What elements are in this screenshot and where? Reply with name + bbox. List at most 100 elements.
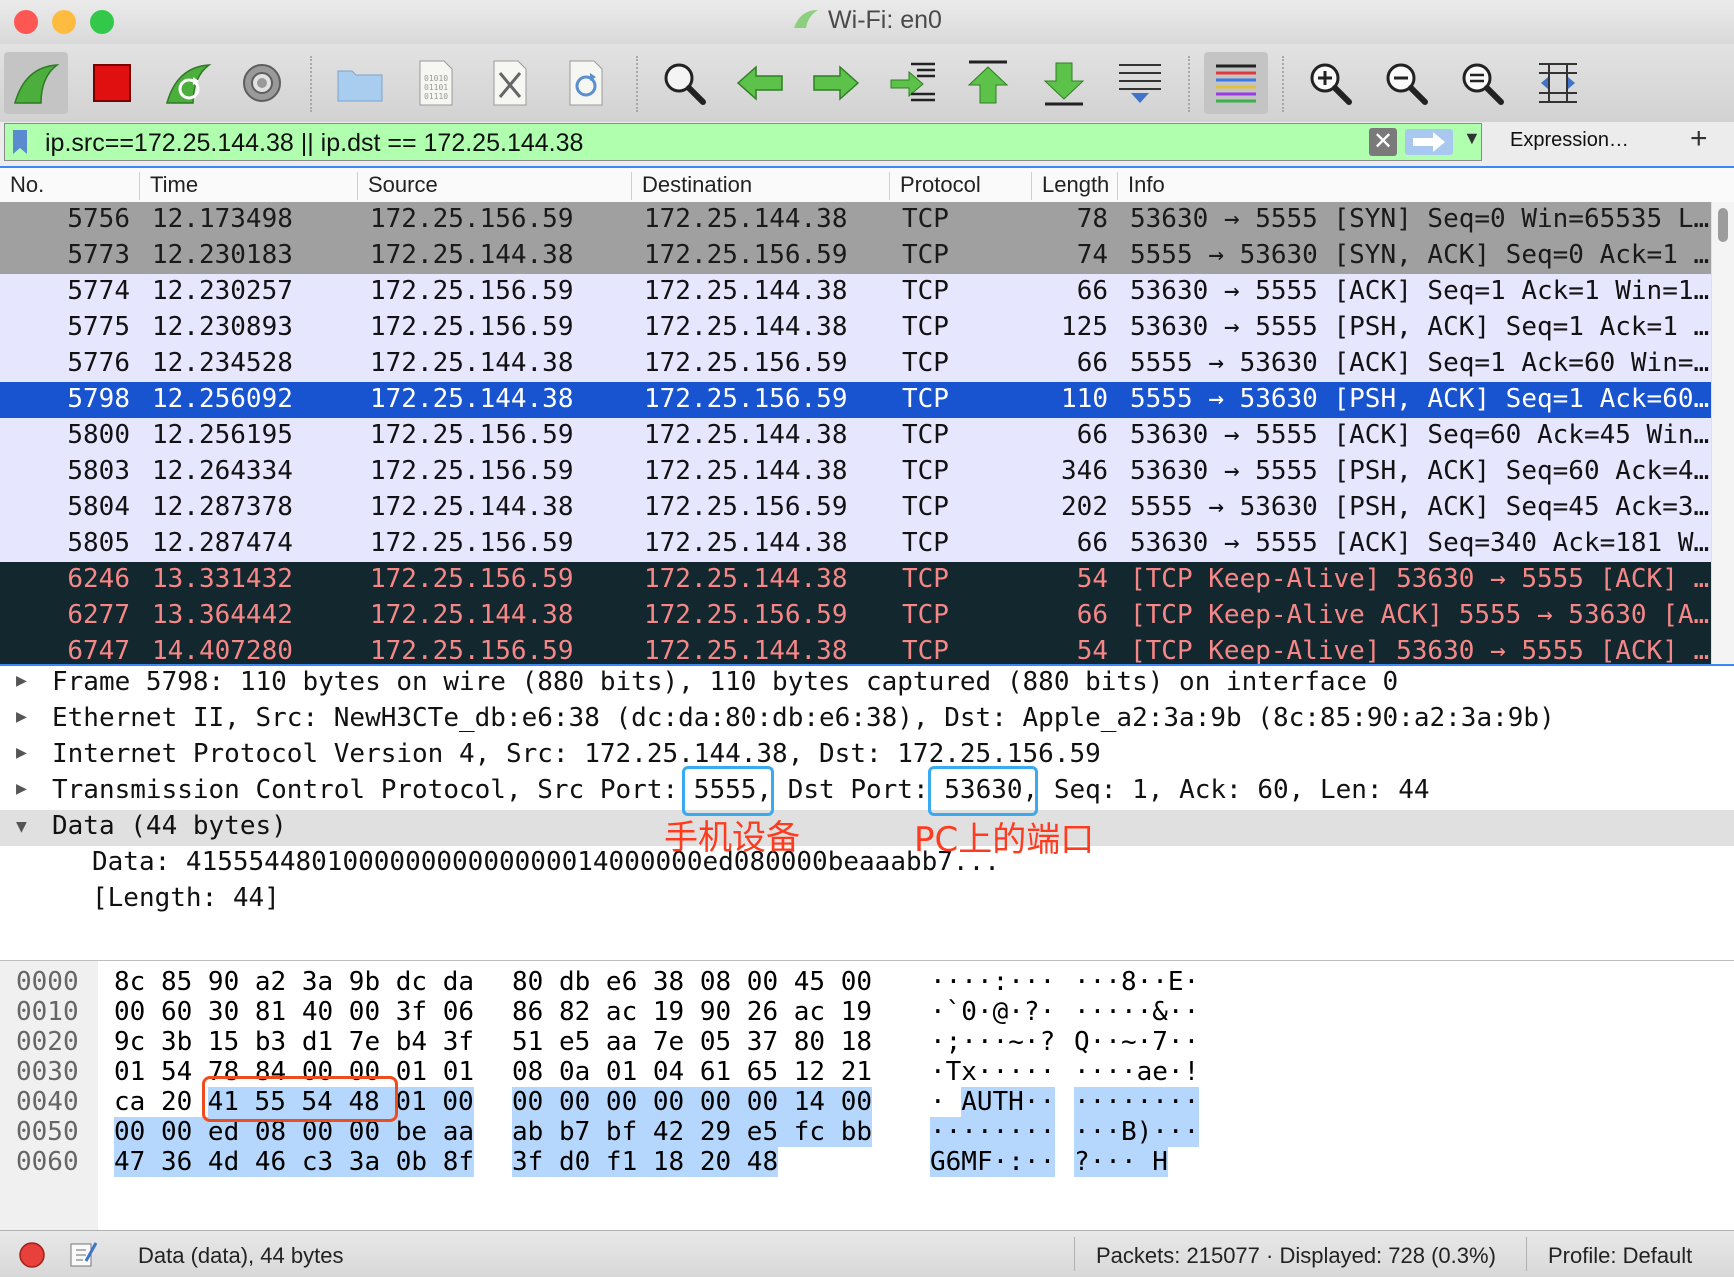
hex-bytes[interactable]: ab b7 bf 42 29 e5 fc bb	[512, 1117, 873, 1147]
packet-row[interactable]: 5756 12.173498 172.25.156.59 172.25.144.38 T…	[0, 202, 1712, 238]
packet-row[interactable]: 5775 12.230893 172.25.156.59 172.25.144.38 T…	[0, 310, 1712, 346]
close-file-button[interactable]	[478, 52, 542, 114]
auto-scroll-button[interactable]	[1108, 52, 1172, 114]
ascii-bytes[interactable]: ·Tx·····	[930, 1057, 1055, 1087]
capture-options-button[interactable]	[230, 52, 294, 114]
ascii-bytes[interactable]: ·····&··	[1074, 997, 1199, 1027]
packet-row[interactable]: 5776 12.234528 172.25.144.38 172.25.156.59 T…	[0, 346, 1712, 382]
hex-bytes[interactable]: 3f d0 f1 18 20 48	[512, 1147, 779, 1177]
start-capture-button[interactable]	[4, 52, 68, 114]
status-profile[interactable]: Profile: Default	[1548, 1243, 1692, 1269]
chevron-down-icon[interactable]: ▼	[1463, 128, 1481, 149]
reload-file-button[interactable]	[554, 52, 618, 114]
hex-bytes[interactable]: 47 36 4d 46 c3 3a 0b 8f	[114, 1147, 475, 1177]
tree-item-tcp[interactable]: ▶ Transmission Control Protocol, Src Por…	[0, 774, 1734, 810]
ascii-bytes[interactable]: Q··~·7··	[1074, 1027, 1199, 1057]
column-header-destination[interactable]: Destination	[632, 172, 890, 200]
hex-bytes[interactable]: 9c 3b 15 b3 d1 7e b4 3f	[114, 1027, 474, 1057]
hex-bytes[interactable]: 51 e5 aa 7e 05 37 80 18	[512, 1027, 872, 1057]
byte-offset[interactable]: 0060	[16, 1147, 79, 1177]
column-header-length[interactable]: Length	[1032, 172, 1118, 200]
ascii-bytes[interactable]: ·	[930, 1087, 961, 1117]
tree-item-data[interactable]: ▼ Data (44 bytes)	[0, 810, 1734, 846]
go-forward-button[interactable]	[804, 52, 868, 114]
hex-bytes-highlight[interactable]: 00 00 00 00 00 00 14 00	[512, 1087, 873, 1117]
tree-item-data-value[interactable]: Data: 415554480100000000000000014000000e…	[0, 846, 1734, 882]
expand-arrow-icon[interactable]: ▶	[16, 670, 27, 691]
ascii-bytes[interactable]: ·`0·@·?·	[930, 997, 1055, 1027]
column-header-source[interactable]: Source	[358, 172, 632, 200]
hex-bytes[interactable]: 08 0a 01 04 61 65 12 21	[512, 1057, 872, 1087]
byte-offset[interactable]: 0020	[16, 1027, 79, 1057]
packet-row[interactable]: 5798 12.256092 172.25.144.38 172.25.156.59 T…	[0, 382, 1712, 418]
byte-offset[interactable]: 0030	[16, 1057, 79, 1087]
save-file-button[interactable]: 01010 01101 01110	[404, 52, 468, 114]
go-back-button[interactable]	[728, 52, 792, 114]
collapse-arrow-icon[interactable]: ▼	[16, 816, 27, 837]
byte-offset[interactable]: 0000	[16, 967, 79, 997]
column-header-no[interactable]: No.	[0, 172, 140, 200]
hex-bytes[interactable]: 86 82 ac 19 90 26 ac 19	[512, 997, 872, 1027]
clear-filter-button[interactable]: ✕	[1369, 128, 1397, 156]
find-packet-button[interactable]	[652, 52, 716, 114]
resize-columns-button[interactable]	[1526, 52, 1590, 114]
ascii-bytes[interactable]: ···8··E·	[1074, 967, 1199, 997]
expand-arrow-icon[interactable]: ▶	[16, 742, 27, 763]
hex-bytes[interactable]: 8c 85 90 a2 3a 9b dc da	[114, 967, 474, 997]
ascii-bytes-highlight[interactable]: AUTH··	[961, 1087, 1056, 1117]
byte-offset[interactable]: 0040	[16, 1087, 79, 1117]
hex-bytes[interactable]: 00 60 30 81 40 00 3f 06	[114, 997, 474, 1027]
bookmark-icon[interactable]	[13, 130, 27, 154]
ascii-bytes[interactable]: ?··· H	[1074, 1147, 1168, 1177]
expert-info-icon[interactable]	[18, 1241, 46, 1269]
ascii-bytes[interactable]: ········	[930, 1117, 1056, 1147]
colorize-button[interactable]	[1204, 52, 1268, 114]
packet-row[interactable]: 6747 14.407280 172.25.156.59 172.25.144.38 T…	[0, 634, 1712, 666]
apply-filter-button[interactable]	[1405, 129, 1453, 155]
ascii-bytes[interactable]: ····ae·!	[1074, 1057, 1199, 1087]
normal-size-button[interactable]	[1450, 52, 1514, 114]
scrollbar-thumb[interactable]	[1718, 208, 1728, 242]
packet-row[interactable]: 5774 12.230257 172.25.156.59 172.25.144.38 T…	[0, 274, 1712, 310]
ascii-bytes[interactable]: ·;···~·?	[930, 1027, 1055, 1057]
open-file-button[interactable]	[328, 52, 392, 114]
first-packet-button[interactable]	[956, 52, 1020, 114]
restart-capture-button[interactable]	[156, 52, 220, 114]
ascii-bytes[interactable]: ···B)···	[1074, 1117, 1200, 1147]
stop-capture-button[interactable]	[80, 52, 144, 114]
byte-offset[interactable]: 0050	[16, 1117, 79, 1147]
packet-row[interactable]: 6246 13.331432 172.25.156.59 172.25.144.38 T…	[0, 562, 1712, 598]
filter-text[interactable]: ip.src==172.25.144.38 || ip.dst == 172.2…	[45, 129, 583, 158]
packet-row[interactable]: 5805 12.287474 172.25.156.59 172.25.144.38 T…	[0, 526, 1712, 562]
ascii-bytes-highlight[interactable]: ········	[1074, 1087, 1200, 1117]
hex-bytes[interactable]: ca 20	[114, 1087, 208, 1117]
expand-arrow-icon[interactable]: ▶	[16, 706, 27, 727]
go-to-packet-button[interactable]	[880, 52, 944, 114]
tree-item-ethernet[interactable]: ▶ Ethernet II, Src: NewH3CTe_db:e6:38 (d…	[0, 702, 1734, 738]
add-filter-button[interactable]: +	[1690, 122, 1708, 156]
packet-row[interactable]: 6277 13.364442 172.25.144.38 172.25.156.59 T…	[0, 598, 1712, 634]
last-packet-button[interactable]	[1032, 52, 1096, 114]
zoom-out-button[interactable]	[1374, 52, 1438, 114]
byte-offset[interactable]: 0010	[16, 997, 79, 1027]
expression-button[interactable]: Expression…	[1510, 129, 1629, 152]
packet-row[interactable]: 5803 12.264334 172.25.156.59 172.25.144.38 T…	[0, 454, 1712, 490]
column-header-time[interactable]: Time	[140, 172, 358, 200]
column-header-info[interactable]: Info	[1118, 172, 1712, 200]
ascii-bytes[interactable]: G6MF·:··	[930, 1147, 1056, 1177]
edit-comment-icon[interactable]	[68, 1239, 98, 1269]
display-filter-input[interactable]: ip.src==172.25.144.38 || ip.dst == 172.2…	[4, 123, 1482, 161]
ascii-bytes[interactable]: ····:···	[930, 967, 1055, 997]
expand-arrow-icon[interactable]: ▶	[16, 778, 27, 799]
packet-row[interactable]: 5800 12.256195 172.25.156.59 172.25.144.38 T…	[0, 418, 1712, 454]
packet-list-scrollbar[interactable]	[1711, 202, 1734, 666]
packet-row[interactable]: 5773 12.230183 172.25.144.38 172.25.156.59 T…	[0, 238, 1712, 274]
packet-row[interactable]: 5804 12.287378 172.25.144.38 172.25.156.59 T…	[0, 490, 1712, 526]
tree-item-frame[interactable]: ▶ Frame 5798: 110 bytes on wire (880 bit…	[0, 666, 1734, 702]
column-header-protocol[interactable]: Protocol	[890, 172, 1032, 200]
zoom-in-button[interactable]	[1298, 52, 1362, 114]
packet-cell-len: 125	[1061, 312, 1108, 342]
tree-item-data-length[interactable]: [Length: 44]	[0, 882, 1734, 918]
hex-bytes[interactable]: 80 db e6 38 08 00 45 00	[512, 967, 872, 997]
tree-item-ip[interactable]: ▶ Internet Protocol Version 4, Src: 172.…	[0, 738, 1734, 774]
